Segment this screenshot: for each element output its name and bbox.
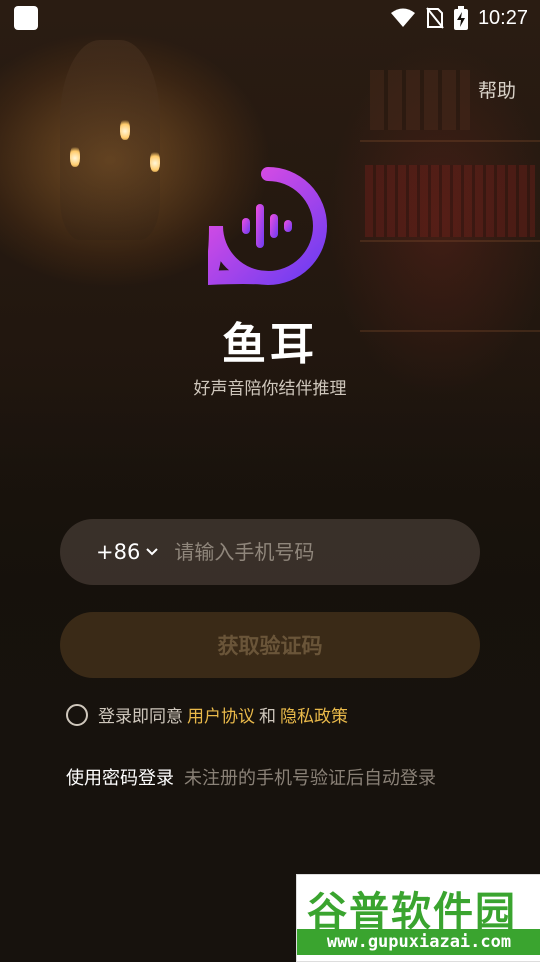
status-time: 10:27 <box>477 6 528 29</box>
watermark-url: www.gupuxiazai.com <box>297 929 540 955</box>
app-name: 鱼耳 <box>222 319 318 370</box>
app-icon <box>14 6 38 30</box>
get-code-button[interactable]: 获取验证码 <box>60 612 480 678</box>
privacy-policy-link[interactable]: 隐私政策 <box>280 702 348 727</box>
help-button[interactable]: 帮助 <box>478 76 516 103</box>
phone-field: +86 <box>60 519 480 585</box>
watermark: 谷普软件园 www.gupuxiazai.com <box>296 874 540 962</box>
background-image <box>0 0 540 960</box>
country-code: +86 <box>96 540 141 564</box>
status-bar: 10:27 <box>0 0 540 38</box>
auto-register-hint: 未注册的手机号验证后自动登录 <box>184 768 436 789</box>
agreement-prefix: 登录即同意 <box>98 707 183 727</box>
user-agreement-link[interactable]: 用户协议 <box>187 702 255 727</box>
password-login-link[interactable]: 使用密码登录 <box>66 764 174 790</box>
agreement-checkbox[interactable] <box>66 703 88 726</box>
wifi-icon <box>390 8 415 27</box>
phone-input[interactable] <box>172 539 480 565</box>
app-slogan: 好声音陪你结伴推理 <box>193 379 347 399</box>
battery-charging-icon <box>453 6 468 30</box>
agreement-and: 和 <box>259 707 276 727</box>
soundwave-logo-icon <box>208 167 327 286</box>
agreement-row: 登录即同意 用户协议 和 隐私政策 <box>66 702 352 727</box>
no-sim-icon <box>426 7 444 29</box>
password-login-row: 使用密码登录 未注册的手机号验证后自动登录 <box>66 764 436 790</box>
chevron-down-icon <box>146 548 159 556</box>
country-code-selector[interactable]: +86 <box>96 540 159 564</box>
